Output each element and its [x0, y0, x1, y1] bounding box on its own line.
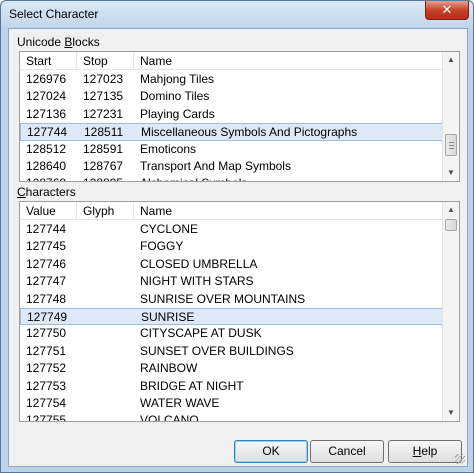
characters-list-header: Value Glyph Name: [20, 202, 443, 220]
character-row[interactable]: 127747 NIGHT WITH STARS: [20, 273, 443, 290]
character-value-cell: 127751: [26, 343, 67, 358]
character-name-cell: VOLCANO: [140, 413, 199, 422]
character-value-cell: 127753: [26, 378, 67, 393]
character-row[interactable]: 127750 CITYSCAPE AT DUSK: [20, 325, 443, 342]
block-name-cell: Mahjong Tiles: [140, 72, 215, 86]
block-row[interactable]: 127136 127231 Playing Cards: [20, 106, 443, 123]
characters-vertical-scrollbar[interactable]: ▲ ▼: [442, 202, 459, 421]
dialog-client-area: Unicode Blocks Start Stop Name 126976 127…: [8, 28, 468, 467]
character-row[interactable]: 127754 WATER WAVE: [20, 395, 443, 412]
select-character-dialog: Select Character ✕ Unicode Blocks Start …: [0, 0, 474, 473]
unicode-blocks-list[interactable]: Start Stop Name 126976 127023 Mahjong Tile…: [19, 51, 460, 182]
character-value-cell: 127749: [27, 309, 68, 324]
block-start-cell: 126976: [26, 72, 67, 86]
character-value-cell: 127747: [26, 274, 67, 289]
character-row[interactable]: 127746 CLOSED UMBRELLA: [20, 256, 443, 273]
unicode-blocks-label: Unicode Blocks: [17, 35, 100, 49]
block-start-cell: 127136: [26, 106, 67, 121]
character-name-cell: RAINBOW: [140, 361, 198, 376]
block-stop-cell: 127135: [83, 89, 124, 104]
block-name-cell: Emoticons: [140, 141, 197, 156]
character-name-cell: WATER WAVE: [140, 395, 220, 410]
column-header-start[interactable]: Start: [20, 52, 77, 70]
character-value-cell: 127745: [26, 239, 67, 254]
close-icon: ✕: [441, 2, 453, 17]
characters-list[interactable]: Value Glyph Name 127744 CYCLONE 127745 FOGG…: [19, 201, 460, 422]
character-value-cell: 127746: [26, 256, 67, 271]
character-name-cell: CYCLONE: [140, 222, 199, 236]
character-row[interactable]: 127744 CYCLONE: [20, 221, 443, 238]
title-bar[interactable]: Select Character ✕: [1, 1, 473, 27]
block-start-cell: 127744: [27, 125, 68, 140]
resize-grip-icon[interactable]: [455, 454, 465, 464]
block-name-cell: Transport And Map Symbols: [140, 158, 291, 173]
scroll-up-arrow-icon[interactable]: ▲: [443, 202, 459, 218]
block-stop-cell: 127231: [83, 106, 124, 121]
character-row[interactable]: 127755 VOLCANO: [20, 412, 443, 422]
block-row[interactable]: 128512 128591 Emoticons: [20, 141, 443, 158]
block-stop-cell: 128895: [77, 175, 123, 181]
character-value-cell: 127748: [26, 291, 67, 306]
block-stop-cell: 128591: [83, 141, 124, 156]
character-value-cell: 127754: [26, 395, 67, 410]
block-start-cell: 128768: [20, 175, 66, 181]
scroll-up-arrow-icon[interactable]: ▲: [443, 52, 459, 68]
block-stop-cell: 128511: [84, 125, 124, 140]
character-value-cell: 127750: [26, 326, 67, 341]
cancel-button[interactable]: Cancel: [310, 440, 384, 463]
window-title: Select Character: [9, 7, 99, 21]
character-name-cell: BRIDGE AT NIGHT: [140, 378, 244, 393]
scroll-down-arrow-icon[interactable]: ▼: [443, 165, 459, 181]
column-header-value[interactable]: Value: [20, 202, 77, 220]
character-name-cell: SUNRISE: [141, 309, 195, 324]
block-stop-cell: 127023: [83, 72, 124, 86]
character-row[interactable]: 127753 BRIDGE AT NIGHT: [20, 378, 443, 395]
block-name-cell: Domino Tiles: [140, 89, 210, 104]
character-row[interactable]: 127749 SUNRISE: [20, 307, 443, 326]
blocks-list-header: Start Stop Name: [20, 52, 443, 70]
character-name-cell: SUNRISE OVER MOUNTAINS: [140, 291, 306, 306]
ok-button[interactable]: OK: [234, 440, 308, 463]
column-header-stop[interactable]: Stop: [77, 52, 134, 70]
scroll-down-arrow-icon[interactable]: ▼: [443, 405, 459, 421]
column-header-name[interactable]: Name: [134, 202, 443, 220]
column-header-glyph[interactable]: Glyph: [77, 202, 134, 220]
blocks-scroll-thumb[interactable]: [445, 134, 457, 156]
block-row[interactable]: 128640 128767 Transport And Map Symbols: [20, 158, 443, 175]
character-name-cell: CITYSCAPE AT DUSK: [140, 326, 262, 341]
character-name-cell: CLOSED UMBRELLA: [140, 256, 258, 271]
block-row[interactable]: 127024 127135 Domino Tiles: [20, 88, 443, 105]
character-name-cell: NIGHT WITH STARS: [140, 274, 254, 289]
block-name-cell: Playing Cards: [140, 106, 215, 121]
block-start-cell: 128640: [26, 158, 67, 173]
block-row[interactable]: 126976 127023 Mahjong Tiles: [20, 71, 443, 88]
block-name-cell: Alchemical Symbols: [134, 175, 247, 181]
block-row[interactable]: 128768 128895 Alchemical Symbols: [20, 175, 443, 181]
character-value-cell: 127755: [26, 413, 67, 422]
character-row[interactable]: 127752 RAINBOW: [20, 360, 443, 377]
block-start-cell: 127024: [26, 89, 67, 104]
help-button[interactable]: Help: [388, 440, 462, 463]
blocks-rows: 126976 127023 Mahjong Tiles 127024 127135 Dom…: [20, 71, 443, 181]
block-row[interactable]: 127744 128511 Miscellaneous Symbols And Pi…: [20, 123, 443, 141]
block-start-cell: 128512: [26, 141, 67, 156]
character-value-cell: 127744: [26, 222, 67, 236]
character-name-cell: FOGGY: [140, 239, 184, 254]
close-button[interactable]: ✕: [425, 1, 469, 20]
block-stop-cell: 128767: [83, 158, 124, 173]
character-value-cell: 127752: [26, 361, 67, 376]
column-header-name[interactable]: Name: [134, 52, 443, 70]
character-row[interactable]: 127751 SUNSET OVER BUILDINGS: [20, 343, 443, 360]
characters-scroll-thumb[interactable]: [445, 219, 457, 231]
characters-label: Characters: [17, 185, 76, 199]
character-name-cell: SUNSET OVER BUILDINGS: [140, 343, 294, 358]
character-row[interactable]: 127748 SUNRISE OVER MOUNTAINS: [20, 291, 443, 308]
character-row[interactable]: 127745 FOGGY: [20, 238, 443, 255]
block-name-cell: Miscellaneous Symbols And Pictographs: [141, 125, 358, 140]
characters-rows: 127744 CYCLONE 127745 FOGGY 127746 CLOSED UMB…: [20, 221, 443, 422]
blocks-vertical-scrollbar[interactable]: ▲ ▼: [442, 52, 459, 181]
